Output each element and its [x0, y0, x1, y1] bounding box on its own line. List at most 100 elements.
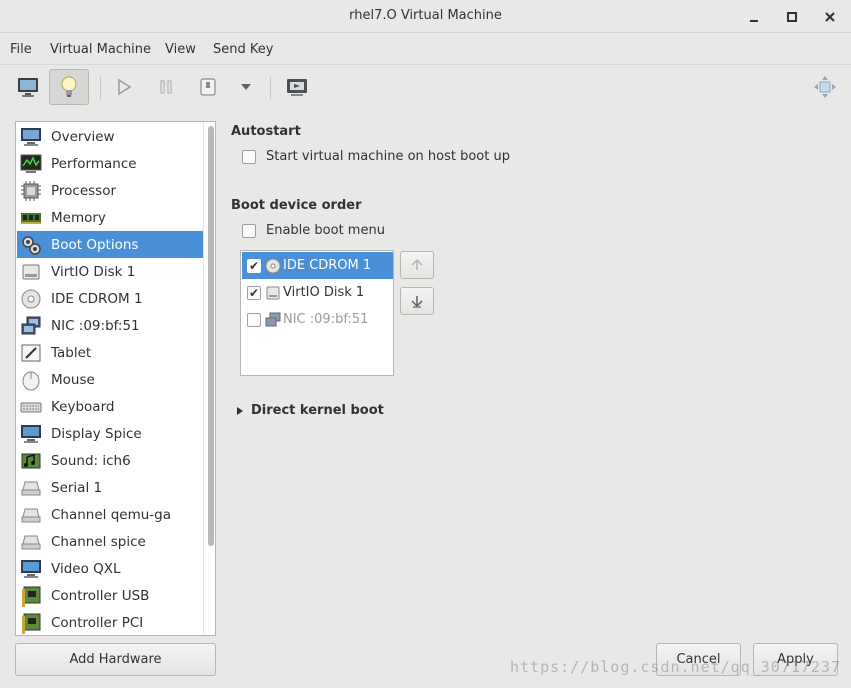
enable-boot-menu-label: Enable boot menu	[266, 223, 385, 238]
sidebar-item-display-spice[interactable]: Display Spice	[17, 420, 203, 447]
performance-graph-icon	[20, 153, 42, 175]
sidebar-item-label: Controller USB	[51, 587, 150, 604]
close-button[interactable]	[820, 7, 840, 27]
sidebar-item-boot-options[interactable]: Boot Options	[17, 231, 203, 258]
pause-button[interactable]	[146, 69, 186, 105]
toolbar	[0, 64, 851, 110]
sidebar-scroll-thumb[interactable]	[208, 126, 214, 546]
direct-kernel-boot-label: Direct kernel boot	[251, 403, 384, 418]
boot-device-label: VirtIO Disk 1	[283, 285, 365, 300]
sidebar-item-virtio-disk[interactable]: VirtIO Disk 1	[17, 258, 203, 285]
maximize-button[interactable]	[782, 7, 802, 27]
minimize-button[interactable]	[744, 7, 764, 27]
display-icon	[20, 423, 42, 445]
sidebar-item-label: Processor	[51, 182, 117, 199]
enable-boot-menu-row[interactable]: Enable boot menu	[242, 223, 385, 238]
move-down-button[interactable]	[400, 287, 434, 315]
sidebar-item-controller-usb[interactable]: Controller USB	[17, 582, 203, 609]
power-icon	[200, 78, 216, 96]
boot-device-checkbox[interactable]: ✔	[247, 258, 261, 273]
sidebar-item-label: Mouse	[51, 371, 95, 388]
video-icon	[20, 558, 42, 580]
sidebar-item-nic[interactable]: NIC :09:bf:51	[17, 312, 203, 339]
sidebar-item-label: Performance	[51, 155, 137, 172]
sidebar-item-keyboard[interactable]: Keyboard	[17, 393, 203, 420]
menu-bar: File Virtual Machine View Send Key	[0, 34, 851, 64]
direct-kernel-boot-expander[interactable]: Direct kernel boot	[235, 403, 384, 418]
sidebar-item-label: Serial 1	[51, 479, 103, 496]
sidebar-item-label: IDE CDROM 1	[51, 290, 143, 307]
boot-device-checkbox[interactable]	[247, 312, 261, 327]
sidebar-item-label: Tablet	[51, 344, 92, 361]
menu-send-key[interactable]: Send Key	[213, 42, 273, 57]
boot-device-checkbox[interactable]: ✔	[247, 285, 261, 300]
maximize-icon	[787, 12, 797, 22]
move-up-button[interactable]	[400, 251, 434, 279]
play-icon	[118, 78, 132, 96]
channel-icon	[20, 531, 42, 553]
sidebar-item-channel-spice[interactable]: Channel spice	[17, 528, 203, 555]
processor-chip-icon	[20, 180, 42, 202]
shutdown-button[interactable]	[188, 69, 228, 105]
fullscreen-button[interactable]	[805, 69, 845, 105]
console-button[interactable]	[8, 69, 48, 105]
sidebar-item-ide-cdrom[interactable]: IDE CDROM 1	[17, 285, 203, 312]
sidebar-item-video-qxl[interactable]: Video QXL	[17, 555, 203, 582]
boot-device-list[interactable]: ✔ IDE CDROM 1 ✔ VirtIO Disk 1 NIC :09:bf…	[240, 250, 394, 376]
enable-boot-menu-checkbox[interactable]	[242, 223, 256, 238]
menu-file[interactable]: File	[10, 42, 32, 57]
sidebar-scrollbar[interactable]	[203, 122, 215, 635]
sidebar-item-label: Sound: ich6	[51, 452, 131, 469]
details-button[interactable]	[49, 69, 89, 105]
sidebar-item-label: Keyboard	[51, 398, 115, 415]
autostart-checkbox[interactable]	[242, 149, 256, 164]
sidebar-item-overview[interactable]: Overview	[17, 123, 203, 150]
controller-icon	[20, 585, 42, 607]
sidebar-item-memory[interactable]: Memory	[17, 204, 203, 231]
sidebar-item-controller-pci[interactable]: Controller PCI	[17, 609, 203, 635]
boot-device-virtio-disk[interactable]: ✔ VirtIO Disk 1	[242, 279, 393, 306]
sidebar-item-processor[interactable]: Processor	[17, 177, 203, 204]
pause-icon	[160, 80, 172, 94]
arrow-down-icon	[411, 296, 423, 308]
watermark-text: https://blog.csdn.net/qq_30717237	[510, 658, 842, 676]
controller-icon	[20, 612, 42, 634]
sidebar-item-channel-qemu-ga[interactable]: Channel qemu-ga	[17, 501, 203, 528]
window-title: rhel7.O Virtual Machine	[349, 8, 502, 23]
fullscreen-icon	[814, 76, 836, 98]
disk-icon	[265, 285, 281, 301]
sidebar-item-sound[interactable]: Sound: ich6	[17, 447, 203, 474]
gears-icon	[20, 234, 42, 256]
boot-device-ide-cdrom[interactable]: ✔ IDE CDROM 1	[242, 252, 393, 279]
sidebar-item-label: Controller PCI	[51, 614, 144, 631]
expander-arrow-icon	[237, 406, 243, 415]
snapshots-button[interactable]	[277, 69, 317, 105]
menu-virtual-machine[interactable]: Virtual Machine	[50, 42, 151, 57]
sidebar-item-performance[interactable]: Performance	[17, 150, 203, 177]
autostart-title: Autostart	[231, 124, 301, 139]
tablet-icon	[20, 342, 42, 364]
sidebar-item-serial[interactable]: Serial 1	[17, 474, 203, 501]
sidebar-item-tablet[interactable]: Tablet	[17, 339, 203, 366]
boot-device-label: NIC :09:bf:51	[283, 312, 369, 327]
sidebar-item-mouse[interactable]: Mouse	[17, 366, 203, 393]
sidebar-item-label: Overview	[51, 128, 115, 145]
sidebar-item-label: Display Spice	[51, 425, 142, 442]
disk-icon	[20, 261, 42, 283]
boot-device-label: IDE CDROM 1	[283, 258, 372, 273]
run-button[interactable]	[104, 69, 144, 105]
shutdown-menu-button[interactable]	[226, 69, 266, 105]
menu-view[interactable]: View	[165, 42, 196, 57]
arrow-up-icon	[411, 259, 423, 270]
hardware-list[interactable]: Overview Performance Processor Memory Bo…	[15, 121, 216, 636]
add-hardware-button[interactable]: Add Hardware	[15, 643, 216, 676]
boot-device-nic[interactable]: NIC :09:bf:51	[242, 306, 393, 333]
sidebar-item-label: Video QXL	[51, 560, 121, 577]
memory-module-icon	[20, 207, 42, 229]
lightbulb-icon	[61, 76, 77, 97]
window-titlebar: rhel7.O Virtual Machine	[0, 0, 851, 33]
sidebar-item-label: Boot Options	[51, 236, 139, 253]
autostart-checkbox-row[interactable]: Start virtual machine on host boot up	[242, 149, 510, 164]
network-icon	[265, 312, 281, 328]
sidebar-item-label: Memory	[51, 209, 106, 226]
